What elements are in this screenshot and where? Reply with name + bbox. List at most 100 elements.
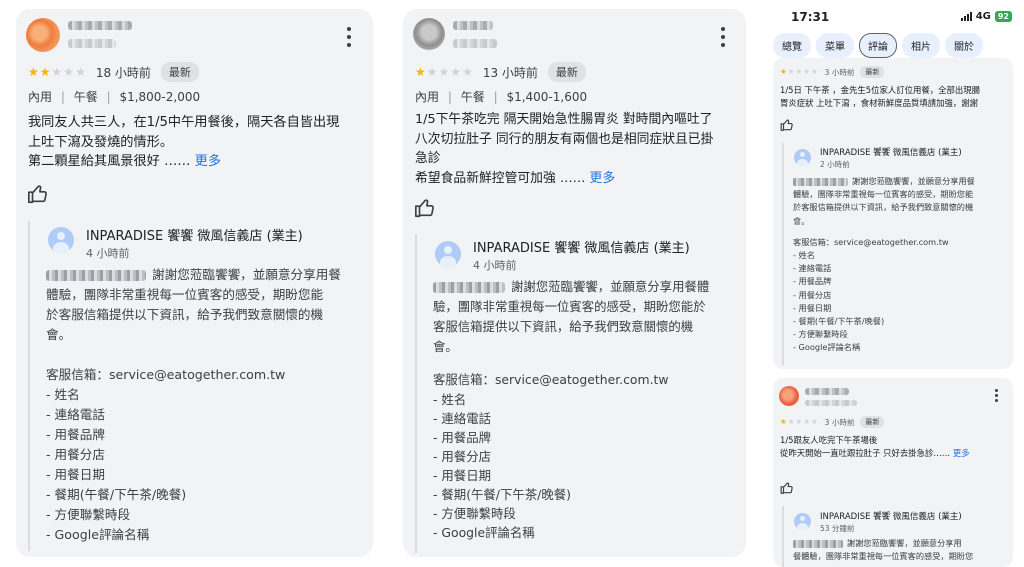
visit-meta: 內用 | 午餐 | $1,800-2,000	[28, 88, 200, 105]
reply-time: 2 小時前	[820, 160, 850, 169]
owner-avatar[interactable]	[48, 227, 74, 253]
reply-text: 謝謝您蒞臨饗饗，並願意分享用餐 體驗，團隊非常重視每一位賓客的感受，期盼您能 於…	[46, 265, 366, 545]
newest-badge: 最新	[160, 62, 199, 82]
info-item: - 用餐日期	[46, 467, 105, 482]
more-vert-icon[interactable]	[720, 27, 726, 47]
thumb-up-icon[interactable]	[414, 197, 436, 219]
tab-reviews[interactable]: 評論	[859, 33, 897, 58]
star-empty-icon: ★	[438, 65, 450, 79]
more-link[interactable]: 更多	[590, 171, 616, 186]
reviewer-avatar[interactable]	[779, 386, 799, 406]
star-empty-icon: ★	[795, 417, 803, 427]
meal-type: 午餐	[73, 90, 98, 104]
star-empty-icon: ★	[426, 65, 438, 79]
info-item: - 餐期(午餐/下午茶/晚餐)	[793, 316, 885, 327]
reply-line: 驗，團隊非常重視每一位賓客的感受，期盼您能於	[433, 299, 706, 314]
owner-reply: INPARADISE 饗饗 微風信義店 (業主) 4 小時前 謝謝您蒞臨饗饗，並…	[28, 221, 368, 551]
info-list: - 姓名 - 連絡電話 - 用餐品牌 - 用餐分店 - 用餐日期 - 餐期(午餐…	[46, 385, 366, 545]
service-email: 客服信箱：service@eatogether.com.tw	[433, 372, 669, 387]
owner-name[interactable]: INPARADISE 饗饗 微風信義店 (業主)	[473, 237, 690, 256]
reviewer-avatar[interactable]	[26, 18, 60, 52]
info-item: - 用餐分店	[46, 447, 105, 462]
tab-overview[interactable]: 總覽	[773, 33, 811, 58]
star-filled-icon: ★	[28, 65, 39, 79]
info-item: - 用餐日期	[433, 468, 491, 483]
rating-row: ★ ★ ★ ★ ★ 13 小時前 最新	[415, 62, 586, 82]
newest-badge: 最新	[547, 62, 586, 82]
battery-icon: 92	[994, 11, 1012, 22]
more-link[interactable]: 更多	[953, 448, 970, 458]
info-item: - 姓名	[793, 250, 815, 261]
review-line: 第二顆星給其風景很好 …… 更多	[28, 154, 222, 169]
tab-menu[interactable]: 菜單	[816, 33, 854, 58]
reply-time: 4 小時前	[86, 247, 130, 260]
more-link[interactable]: 更多	[195, 154, 221, 169]
star-empty-icon: ★	[787, 417, 795, 427]
phone-review-card-1: ★ ★ ★ ★ ★ 3 小時前 最新 1/5日 下午茶 ，金先生5位家人訂位用餐，全部出…	[773, 58, 1013, 369]
info-item: - 方便聯繫時段	[793, 329, 848, 340]
owner-name[interactable]: INPARADISE 饗饗 微風信義店 (業主)	[820, 146, 962, 158]
owner-name[interactable]: INPARADISE 饗饗 微風信義店 (業主)	[86, 225, 303, 244]
reply-text: 謝謝您蒞臨饗饗，並願意分享用 餐體驗，團隊非常重視每一位賓客的感受，期盼您	[793, 537, 1011, 563]
info-item: - 方便聯繫時段	[46, 507, 131, 522]
phone-screenshot: 17:31 4G 92 總覽 菜單 評論 相片 關於 ★ ★ ★ ★ ★ 3 小時前 最…	[766, 0, 1024, 567]
owner-avatar[interactable]	[435, 241, 461, 267]
star-empty-icon: ★	[795, 67, 803, 77]
review-time: 18 小時前	[95, 65, 151, 80]
review-text: 1/5日 下午茶 ，金先生5位家人訂位用餐，全部出現腸 胃炎症狀 上吐下瀉 ，食…	[780, 84, 1012, 109]
review-line: 1/5下午茶吃完 隔天開始急性腸胃炎 對時間內嘔吐了	[415, 112, 713, 127]
owner-reply: INPARADISE 饗饗 微風信義店 (業主) 2 小時前 謝謝您蒞臨饗饗，並…	[782, 143, 1010, 365]
reply-line: 餐體驗，團隊非常重視每一位賓客的感受，期盼您	[793, 551, 974, 562]
reply-time: 4 小時前	[473, 259, 517, 272]
owner-name[interactable]: INPARADISE 饗饗 微風信義店 (業主)	[820, 510, 962, 522]
info-list: - 姓名 - 連絡電話 - 用餐品牌 - 用餐分店 - 用餐日期 - 餐期(午餐…	[793, 249, 1011, 355]
info-item: - 姓名	[46, 387, 80, 402]
review-text: 1/5跟友人吃完下午茶場後 從昨天開始一直吐跟拉肚子 只好去掛急診…… 更多	[780, 434, 1008, 459]
tab-about[interactable]: 關於	[945, 33, 983, 58]
star-filled-icon: ★	[39, 65, 51, 79]
info-item: - 餐期(午餐/下午茶/晚餐)	[46, 487, 187, 502]
info-item: - 連絡電話	[793, 263, 832, 274]
thumb-up-icon[interactable]	[27, 183, 49, 205]
star-empty-icon: ★	[810, 67, 818, 77]
info-item: - 姓名	[433, 392, 467, 407]
reply-line: 謝謝您蒞臨饗饗，並願意分享用餐	[46, 265, 366, 285]
review-text: 我同友人共三人，在1/5中午用餐後，隔天各自皆出現 上吐下瀉及發燒的情形。 第二…	[28, 113, 368, 172]
reply-line: 謝謝您蒞臨饗饗，並願意分享用	[793, 537, 1011, 550]
owner-avatar[interactable]	[794, 513, 811, 530]
status-time: 17:31	[791, 10, 830, 24]
network-label: 4G	[975, 11, 991, 22]
star-empty-icon: ★	[75, 65, 86, 79]
reply-line: 於客服信箱提供以下資訊，給予我們致意關懷的機	[46, 307, 324, 322]
owner-reply: INPARADISE 饗饗 微風信義店 (業主) 53 分鐘前 謝謝您蒞臨饗饗，…	[782, 506, 1010, 567]
tab-photos[interactable]: 相片	[902, 33, 940, 58]
review-line: 急診	[415, 151, 441, 166]
review-time: 3 小時前	[824, 67, 855, 77]
reply-line: 體驗，團隊非常重視每一位賓客的感受，期盼您能	[793, 189, 974, 200]
owner-reply: INPARADISE 饗饗 微風信義店 (業主) 4 小時前 謝謝您蒞臨饗饗，並…	[415, 235, 741, 553]
meta-separator: |	[493, 90, 498, 104]
service-email: 客服信箱：service@eatogether.com.tw	[793, 236, 949, 247]
reviewer-avatar[interactable]	[413, 18, 445, 50]
thumb-up-icon[interactable]	[780, 481, 794, 495]
star-filled-icon: ★	[780, 417, 787, 427]
info-item: - 用餐分店	[793, 289, 832, 300]
star-rating: ★ ★ ★ ★ ★	[780, 68, 818, 76]
review-text: 1/5下午茶吃完 隔天開始急性腸胃炎 對時間內嘔吐了 八次切拉肚子 同行的朋友有…	[415, 110, 743, 188]
info-item: - Google評論名稱	[793, 342, 861, 353]
reviewer-name-blurred[interactable]	[805, 388, 849, 395]
reviewer-name-blurred[interactable]	[68, 21, 132, 30]
newest-badge: 最新	[860, 66, 885, 78]
thumb-up-icon[interactable]	[780, 118, 794, 132]
reviewer-name-blurred[interactable]	[453, 21, 493, 30]
more-vert-icon[interactable]	[346, 27, 352, 47]
reply-line: 體驗，團隊非常重視每一位賓客的感受，期盼您能	[46, 287, 324, 302]
rating-row: ★ ★ ★ ★ ★ 3 小時前 最新	[780, 416, 885, 428]
reviewer-meta-blurred	[68, 39, 116, 48]
owner-avatar[interactable]	[794, 149, 811, 166]
reply-time: 53 分鐘前	[820, 524, 855, 533]
more-vert-icon[interactable]	[993, 389, 999, 402]
info-item: - 用餐日期	[793, 302, 832, 313]
dining-type: 內用	[415, 90, 440, 104]
reply-line: 謝謝您蒞臨饗饗，並願意分享用餐體	[433, 277, 741, 297]
